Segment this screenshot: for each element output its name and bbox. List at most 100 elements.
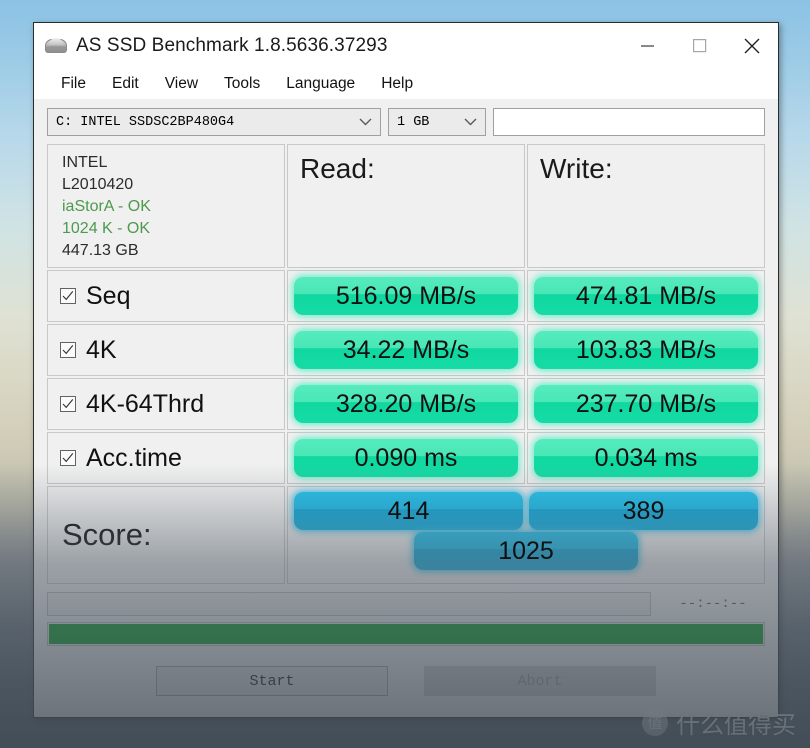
test-4k64thrd-write-cell: 237.70 MB/s [527, 378, 765, 430]
menu-item-help[interactable]: Help [368, 73, 426, 95]
menu-item-file[interactable]: File [48, 73, 99, 95]
test-row-seq-label[interactable]: Seq [47, 270, 285, 322]
progress-area: --:--:-- [47, 584, 765, 646]
info-capacity: 447.13 GB [62, 241, 139, 259]
score-read-value: 414 [387, 496, 430, 525]
score-write-value: 389 [622, 496, 665, 525]
test-write-value: 237.70 MB/s [575, 389, 717, 418]
selector-row: C: INTEL SSDSC2BP480G4 1 GB [47, 108, 765, 136]
results-grid: INTEL L2010420 iaStorA - OK 1024 K - OK … [47, 144, 765, 584]
value-bar: 0.034 ms [534, 439, 758, 477]
write-column-header: Write: [527, 144, 765, 268]
test-name: Acc.time [86, 443, 182, 472]
test-acctime-read-cell: 0.090 ms [287, 432, 525, 484]
maximize-icon [693, 39, 707, 53]
as-ssd-benchmark-window: AS SSD Benchmark 1.8.5636.37293 File Edi… [33, 22, 779, 718]
check-icon [62, 345, 74, 355]
hdd-icon [45, 35, 67, 57]
checkbox-seq[interactable] [60, 288, 76, 304]
test-4k64thrd-read-cell: 328.20 MB/s [287, 378, 525, 430]
value-bar: 103.83 MB/s [534, 331, 758, 369]
close-icon [744, 38, 760, 54]
test-read-value: 328.20 MB/s [335, 389, 477, 418]
drive-info-panel: INTEL L2010420 iaStorA - OK 1024 K - OK … [47, 144, 285, 268]
bottom-spacer [47, 696, 765, 717]
button-row: Start Abort [47, 646, 765, 696]
drive-select[interactable]: C: INTEL SSDSC2BP480G4 [47, 108, 381, 136]
score-top-row: 414 389 [294, 492, 758, 530]
note-input[interactable] [493, 108, 765, 136]
window-controls [622, 23, 778, 69]
elapsed-time-label: --:--:-- [679, 596, 747, 612]
menu-item-view[interactable]: View [152, 73, 211, 95]
score-bottom-row: 1025 [294, 532, 758, 570]
score-read-bar: 414 [294, 492, 523, 530]
score-values-panel: 414 389 1025 [287, 486, 765, 584]
test-acctime-write-cell: 0.034 ms [527, 432, 765, 484]
score-label: Score: [62, 517, 152, 552]
window-title: AS SSD Benchmark 1.8.5636.37293 [76, 35, 388, 56]
check-icon [62, 453, 74, 463]
table-row: Seq 516.09 MB/s 474.81 MB/s [47, 270, 765, 322]
chevron-down-icon [353, 118, 380, 126]
maximize-button[interactable] [674, 23, 726, 69]
info-firmware: L2010420 [62, 175, 134, 193]
table-row: Acc.time 0.090 ms 0.034 ms [47, 432, 765, 484]
test-name: 4K-64Thrd [86, 389, 205, 418]
checkbox-4k[interactable] [60, 342, 76, 358]
info-vendor: INTEL [62, 153, 108, 171]
start-button[interactable]: Start [156, 666, 388, 696]
value-bar: 0.090 ms [294, 439, 518, 477]
grid-header-row: INTEL L2010420 iaStorA - OK 1024 K - OK … [47, 144, 765, 268]
score-write-bar: 389 [529, 492, 758, 530]
minimize-icon [641, 45, 654, 47]
test-seq-read-cell: 516.09 MB/s [287, 270, 525, 322]
value-bar: 474.81 MB/s [534, 277, 758, 315]
menu-bar: File Edit View Tools Language Help [34, 69, 778, 99]
value-bar: 34.22 MB/s [294, 331, 518, 369]
test-row-4k-label[interactable]: 4K [47, 324, 285, 376]
chevron-down-icon [458, 118, 485, 126]
progress-bar [47, 622, 765, 646]
score-total-value: 1025 [498, 536, 554, 565]
size-select[interactable]: 1 GB [388, 108, 486, 136]
value-bar: 516.09 MB/s [294, 277, 518, 315]
table-row: 4K 34.22 MB/s 103.83 MB/s [47, 324, 765, 376]
score-row: Score: 414 389 1025 [47, 486, 765, 584]
menu-item-tools[interactable]: Tools [211, 73, 273, 95]
check-icon [62, 399, 74, 409]
info-driver: iaStorA - OK [62, 197, 151, 215]
info-alignment: 1024 K - OK [62, 219, 151, 237]
read-column-header: Read: [287, 144, 525, 268]
drive-select-value: C: INTEL SSDSC2BP480G4 [56, 114, 235, 130]
status-bar [47, 592, 651, 616]
size-select-value: 1 GB [397, 114, 430, 130]
write-header-label: Write: [540, 153, 613, 184]
test-4k-read-cell: 34.22 MB/s [287, 324, 525, 376]
menu-item-language[interactable]: Language [273, 73, 368, 95]
test-read-value: 34.22 MB/s [342, 335, 470, 364]
test-4k-write-cell: 103.83 MB/s [527, 324, 765, 376]
check-icon [62, 291, 74, 301]
progress-bar-fill [49, 624, 763, 644]
test-seq-write-cell: 474.81 MB/s [527, 270, 765, 322]
desktop-background: AS SSD Benchmark 1.8.5636.37293 File Edi… [0, 0, 810, 748]
test-row-acctime-label[interactable]: Acc.time [47, 432, 285, 484]
score-total-bar: 1025 [414, 532, 638, 570]
test-write-value: 0.034 ms [594, 443, 698, 472]
minimize-button[interactable] [622, 23, 674, 69]
score-label-cell: Score: [47, 486, 285, 584]
title-bar: AS SSD Benchmark 1.8.5636.37293 [34, 23, 778, 69]
test-read-value: 516.09 MB/s [335, 281, 477, 310]
table-row: 4K-64Thrd 328.20 MB/s 237.70 MB/s [47, 378, 765, 430]
checkbox-4k-64thrd[interactable] [60, 396, 76, 412]
close-button[interactable] [726, 23, 778, 69]
menu-item-edit[interactable]: Edit [99, 73, 152, 95]
test-row-4k64thrd-label[interactable]: 4K-64Thrd [47, 378, 285, 430]
test-name: Seq [86, 281, 131, 310]
read-header-label: Read: [300, 153, 375, 184]
checkbox-acc-time[interactable] [60, 450, 76, 466]
value-bar: 328.20 MB/s [294, 385, 518, 423]
main-panel: C: INTEL SSDSC2BP480G4 1 GB INTEL L20104… [34, 99, 778, 717]
test-write-value: 474.81 MB/s [575, 281, 717, 310]
